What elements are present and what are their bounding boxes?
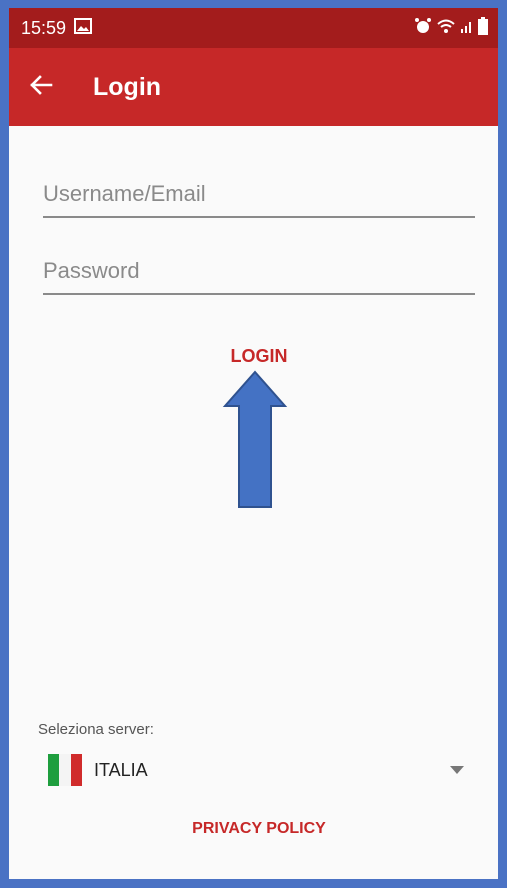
- screenshot-frame: 15:59 Login Username/Email LOGIN Selezio…: [0, 0, 507, 888]
- italy-flag-icon: [48, 754, 82, 786]
- page-title: Login: [93, 72, 162, 101]
- signal-icon: [460, 18, 474, 39]
- battery-icon: [478, 16, 488, 40]
- status-bar: 15:59: [9, 8, 498, 48]
- server-dropdown[interactable]: ITALIA: [38, 750, 468, 790]
- app-bar: Login: [9, 48, 498, 126]
- privacy-policy-link[interactable]: PRIVACY POLICY: [159, 814, 359, 844]
- password-field[interactable]: [43, 251, 475, 295]
- username-input[interactable]: [43, 174, 475, 214]
- image-icon: [74, 17, 93, 39]
- phone-screen: 15:59 Login Username/Email LOGIN Selezio…: [9, 8, 498, 879]
- login-button[interactable]: LOGIN: [209, 338, 309, 374]
- status-time: 15:59: [21, 17, 67, 38]
- back-button[interactable]: [9, 48, 73, 126]
- alarm-icon: [414, 17, 432, 40]
- up-arrow-icon: [222, 370, 288, 515]
- wifi-icon: [436, 18, 456, 39]
- status-bar-left: 15:59: [21, 17, 93, 39]
- username-field[interactable]: [43, 174, 475, 218]
- status-bar-right: [414, 16, 488, 40]
- server-selected-value: ITALIA: [94, 759, 148, 780]
- password-input[interactable]: [43, 251, 475, 291]
- chevron-down-icon: [450, 761, 464, 779]
- server-label: Seleziona server:: [38, 721, 154, 738]
- arrow-left-icon: [29, 74, 53, 101]
